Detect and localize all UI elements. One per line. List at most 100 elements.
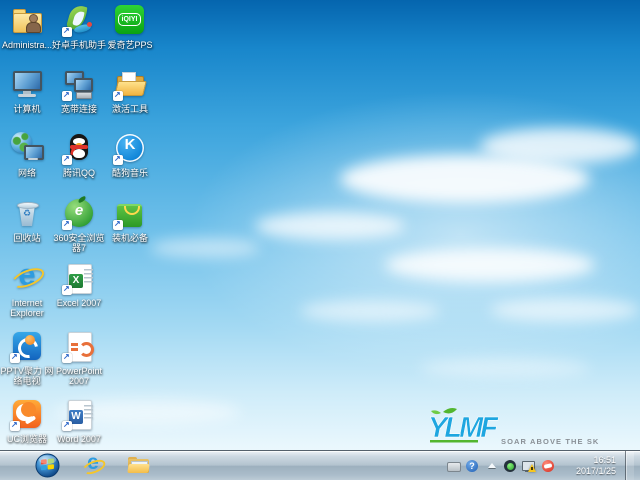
desktop-icon-computer[interactable]: 计算机 [1, 67, 53, 114]
shortcut-arrow-icon [62, 90, 72, 101]
icon-label: 好卓手机助手 [51, 40, 106, 50]
desktop-icon-kugou[interactable]: K 酷狗音乐 [104, 131, 156, 178]
pptv-icon [10, 329, 44, 363]
icon-label: 回收站 [13, 233, 41, 243]
desktop-icon-software-bag[interactable]: 装机必备 [104, 196, 156, 243]
icon-label: PPTV聚力 网络电视 [0, 366, 54, 386]
iqiyi-tile: iQIYI [115, 5, 144, 34]
logo-tagline: SOAR ABOVE THE SKY [501, 437, 599, 446]
internet-explorer-icon: e [80, 451, 108, 477]
icon-label: 网络 [17, 168, 36, 178]
slide-bar [71, 348, 78, 351]
kugou-k-glyph: K [124, 136, 136, 153]
start-button[interactable] [28, 452, 66, 480]
broadband-connection-icon [62, 67, 96, 101]
icon-label: 宽带连接 [60, 104, 97, 114]
recycle-bin-icon: ♻ [10, 196, 44, 230]
language-bar-shape [447, 461, 461, 472]
cloud [300, 300, 440, 322]
desktop-icon-word[interactable]: W Word 2007 [53, 397, 105, 444]
pptv-orange-ball [25, 335, 35, 345]
cloud [490, 298, 640, 322]
shortcut-arrow-icon [113, 154, 123, 165]
green-status-dot [507, 462, 514, 470]
monitor-base [28, 158, 38, 160]
penguin-belly [73, 149, 85, 158]
icon-label: 腾讯QQ [62, 168, 95, 178]
desktop-icon-network[interactable]: 网络 [1, 131, 53, 178]
user-folder-icon [10, 3, 44, 37]
folder-front [127, 463, 150, 473]
pie-chart-shape [79, 342, 94, 357]
squirrel-cut [21, 402, 36, 417]
desktop-icon-powerpoint[interactable]: PowerPoint 2007 [53, 329, 105, 386]
shortcut-arrow-icon [113, 90, 123, 101]
iqiyi-logo-text: iQIYI [118, 13, 141, 26]
shortcut-arrow-icon [62, 26, 72, 37]
ylmf-logo: YLMF SOAR ABOVE THE SKY [428, 408, 604, 446]
help-tray-icon[interactable]: ? [465, 459, 479, 473]
shortcut-arrow-icon [10, 420, 20, 431]
windows-start-orb-icon [34, 453, 60, 478]
shortcut-arrow-icon [62, 154, 72, 165]
desktop-icon-iqiyi-pps[interactable]: iQIYI 爱奇艺PPS [104, 3, 156, 50]
icon-label: Administra... [1, 40, 52, 50]
show-desktop-button[interactable] [625, 450, 634, 480]
desktop-icon-360-browser[interactable]: e 360安全浏览器7 [53, 195, 105, 253]
shortcut-arrow-icon [62, 352, 72, 363]
monitor-base [18, 94, 36, 97]
taskbar-clock[interactable]: 16:51 2017/1/25 [560, 455, 620, 477]
slide-bar [71, 343, 78, 346]
cloud [480, 128, 640, 164]
modem [76, 92, 92, 99]
icon-label: Word 2007 [57, 434, 101, 444]
icon-label: 计算机 [13, 104, 41, 114]
help-circle: ? [466, 459, 478, 472]
leaf-icon [443, 408, 457, 414]
recycle-symbol: ♻ [22, 208, 32, 218]
cloud [340, 155, 590, 203]
desktop-icon-activation-tool[interactable]: 激活工具 [104, 67, 156, 114]
iqiyi-pps-icon: iQIYI [113, 3, 147, 37]
uc-browser-icon [10, 397, 44, 431]
network-tray-icon[interactable] [522, 459, 536, 473]
logo-underline [430, 440, 478, 443]
cloud [255, 212, 405, 240]
desktop-icon-pptv[interactable]: PPTV聚力 网络电视 [0, 329, 54, 386]
computer-icon [10, 67, 44, 101]
360-browser-icon: e [62, 195, 96, 230]
icon-label: Excel 2007 [56, 298, 102, 308]
desktop-icon-excel[interactable]: X Excel 2007 [53, 261, 105, 308]
desktop-icon-uc-browser[interactable]: UC浏览器 [1, 397, 53, 444]
cloud [420, 358, 590, 378]
activation-folder-icon [113, 67, 147, 101]
desktop-icon-recycle-bin[interactable]: ♻ 回收站 [1, 196, 53, 243]
desktop: Administra... 好卓手机助手 iQIYI 爱奇艺PPS 计算机 [0, 0, 640, 480]
qq-icon [62, 131, 96, 165]
language-bar-icon[interactable] [446, 459, 461, 473]
excel-x-glyph: X [72, 275, 80, 286]
cell-grid-lines [84, 269, 93, 283]
monitor-front [74, 78, 93, 92]
security-tray-icon[interactable] [541, 459, 555, 473]
taskbar-ie-button[interactable]: e [74, 451, 112, 480]
desktop-icon-phone-assistant[interactable]: 好卓手机助手 [51, 3, 106, 50]
cloud [385, 248, 595, 282]
monitor-screen [13, 71, 42, 91]
desktop-icon-broadband[interactable]: 宽带连接 [53, 67, 105, 114]
ylmf-logo-text: YLMF [428, 412, 499, 444]
warning-triangle-icon [528, 463, 536, 472]
network-icon [10, 131, 44, 165]
ylmf-watermark: YLMF SOAR ABOVE THE SKY [427, 406, 604, 448]
leaf-icon [431, 410, 441, 415]
desktop-icon-qq[interactable]: 腾讯QQ [53, 131, 105, 178]
taskbar-explorer-button[interactable] [120, 452, 158, 480]
safety-tray-icon[interactable] [503, 459, 517, 473]
shortcut-arrow-icon [62, 219, 72, 230]
desktop-icon-administrator[interactable]: Administra... [1, 3, 53, 50]
show-hidden-icons-button[interactable] [484, 459, 498, 473]
powerpoint-icon [62, 329, 96, 363]
clock-time: 16:51 [593, 454, 616, 465]
desktop-icon-internet-explorer[interactable]: e Internet Explorer [1, 257, 53, 318]
shortcut-arrow-icon [62, 284, 72, 295]
